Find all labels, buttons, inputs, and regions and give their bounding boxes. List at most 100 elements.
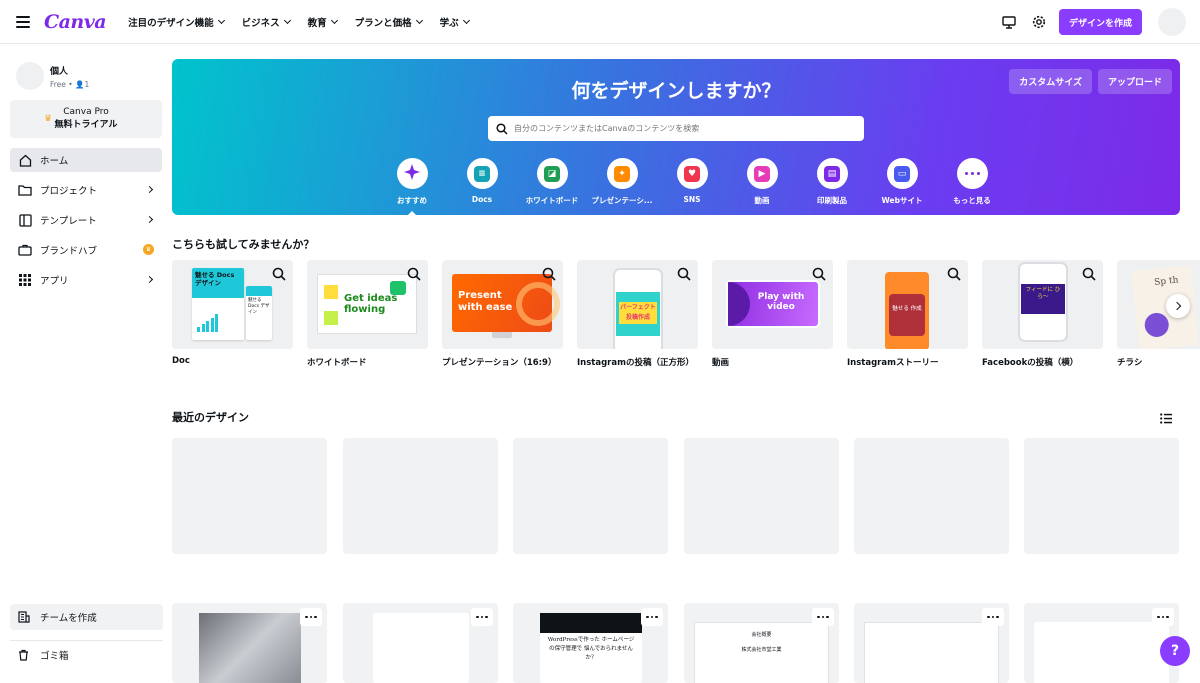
recent-design-card[interactable] xyxy=(1024,438,1179,554)
sidebar-item-brand-hub[interactable]: ブランドハブ ♛ xyxy=(10,238,162,262)
sidebar-item-projects[interactable]: プロジェクト xyxy=(10,178,162,202)
heart-icon: ♥ xyxy=(684,165,700,182)
nav-business[interactable]: ビジネス xyxy=(242,15,291,29)
create-team-button[interactable]: チームを作成 xyxy=(10,604,163,630)
recent-design-card[interactable] xyxy=(343,438,498,554)
template-card-whiteboard[interactable]: Get ideas flowing ホワイトボード xyxy=(307,260,428,368)
recent-design-card[interactable] xyxy=(172,438,327,554)
printer-icon: ▤ xyxy=(824,165,840,182)
blank-page xyxy=(864,622,999,683)
category-label: Docs xyxy=(471,195,493,204)
settings-gear-icon[interactable] xyxy=(1029,12,1049,32)
recent-design-card[interactable] xyxy=(854,438,1009,554)
nav-label: 学ぶ xyxy=(439,17,459,29)
design-card[interactable] xyxy=(172,603,327,683)
design-card[interactable] xyxy=(343,603,498,683)
search-icon xyxy=(496,122,508,135)
list-view-icon[interactable] xyxy=(1160,409,1172,428)
trash-button[interactable]: ゴミ箱 xyxy=(10,640,163,664)
nav-learn[interactable]: 学ぶ xyxy=(439,15,470,29)
recent-heading: 最近のデザイン xyxy=(172,411,249,424)
account-switcher[interactable]: 個人 Free • 👤1 xyxy=(16,62,172,90)
more-options-button[interactable] xyxy=(300,608,322,626)
flyer-preview-title: Sp th xyxy=(1153,275,1179,288)
more-options-button[interactable] xyxy=(641,608,663,626)
category-docs[interactable]: ≡ Docs xyxy=(447,158,517,206)
category-print[interactable]: ▤ 印刷製品 xyxy=(797,158,867,206)
upload-button[interactable]: アップロード xyxy=(1097,69,1172,94)
category-more[interactable]: もっと見る xyxy=(937,158,1007,206)
help-button[interactable]: ? xyxy=(1160,636,1190,666)
website-icon: ▭ xyxy=(894,165,910,182)
sidebar-item-home[interactable]: ホーム xyxy=(10,148,162,172)
design-card[interactable]: 会社概要 株式会社市堂工業 xyxy=(684,603,839,683)
menu-icon[interactable] xyxy=(16,15,30,28)
template-card-presentation[interactable]: Present with ease プレゼンテーション（16:9） xyxy=(442,260,563,368)
template-card-facebook-post[interactable]: フィードに ひら〜 Facebookの投稿（横） xyxy=(982,260,1103,368)
sidebar-item-label: ブランドハブ xyxy=(40,246,98,257)
search-icon[interactable] xyxy=(946,266,962,282)
create-design-button[interactable]: デザインを作成 xyxy=(1058,9,1142,35)
category-label: 印刷製品 xyxy=(817,196,847,205)
carousel-next-button[interactable] xyxy=(1166,294,1190,318)
doc-preview: 魅せる Docs デザイン xyxy=(192,268,244,340)
canva-logo[interactable]: Canva xyxy=(44,11,107,33)
template-card-instagram-post[interactable]: パーフェクト 投稿作成 Instagramの投稿（正方形） xyxy=(577,260,698,368)
trash-label: ゴミ箱 xyxy=(40,650,69,662)
user-avatar[interactable] xyxy=(1158,8,1186,36)
account-avatar xyxy=(16,62,44,90)
design-card[interactable] xyxy=(854,603,1009,683)
doc-page-text: WordPressで作った ホームページの保守管理で 悩んでおられませんか？ xyxy=(547,637,635,661)
sidebar-item-label: ホーム xyxy=(40,156,69,167)
category-sns[interactable]: ♥ SNS xyxy=(657,158,727,206)
search-icon[interactable] xyxy=(811,266,827,282)
more-options-button[interactable] xyxy=(1152,608,1174,626)
more-options-button[interactable] xyxy=(982,608,1004,626)
folder-icon xyxy=(18,183,32,197)
nav-pricing[interactable]: プランと価格 xyxy=(355,15,423,29)
search-icon[interactable] xyxy=(271,266,287,282)
template-icon xyxy=(18,213,32,227)
sidebar-item-apps[interactable]: アプリ xyxy=(10,268,162,292)
sidebar-item-label: アプリ xyxy=(40,276,69,287)
search-icon[interactable] xyxy=(406,266,422,282)
search-input[interactable] xyxy=(514,124,844,133)
search-icon[interactable] xyxy=(1081,266,1097,282)
category-label: 動画 xyxy=(754,196,770,205)
more-options-button[interactable] xyxy=(471,608,493,626)
design-card[interactable] xyxy=(1024,603,1179,683)
category-label: SNS xyxy=(683,195,701,204)
canva-pro-trial-button[interactable]: ♛ Canva Pro 無料トライアル xyxy=(10,100,162,138)
nav-education[interactable]: 教育 xyxy=(307,15,338,29)
doc-preview-small: 魅せる Docs デザイン xyxy=(246,286,272,340)
template-card-video[interactable]: Play with video 動画 xyxy=(712,260,833,368)
sidebar-item-templates[interactable]: テンプレート xyxy=(10,208,162,232)
search-icon[interactable] xyxy=(541,266,557,282)
sidebar-nav: ホーム プロジェクト テンプレート ブランドハブ ♛ アプリ xyxy=(0,148,172,292)
crown-icon: ♛ xyxy=(143,244,154,255)
template-thumb: Get ideas flowing xyxy=(307,260,428,349)
template-card-doc[interactable]: 魅せる Docs デザイン 魅せる Docs デザイン Doc xyxy=(172,260,293,366)
nav-label: 教育 xyxy=(307,17,327,29)
category-label: おすすめ xyxy=(397,196,427,205)
category-presentation[interactable]: ✦ プレゼンテーシ... xyxy=(587,158,657,206)
recent-design-card[interactable] xyxy=(684,438,839,554)
template-card-instagram-story[interactable]: 魅せる 作成 Instagramストーリー xyxy=(847,260,968,368)
category-whiteboard[interactable]: ◪ ホワイトボード xyxy=(517,158,587,206)
chevron-right-icon xyxy=(1172,301,1182,311)
category-website[interactable]: ▭ Webサイト xyxy=(867,158,937,206)
custom-size-button[interactable]: カスタムサイズ xyxy=(1009,69,1092,94)
doc-page: WordPressで作った ホームページの保守管理で 悩んでおられませんか？ xyxy=(540,613,642,683)
blank-page xyxy=(1034,622,1169,683)
hero-actions: カスタムサイズ アップロード xyxy=(1009,69,1172,94)
search-icon[interactable] xyxy=(676,266,692,282)
recent-design-card[interactable] xyxy=(513,438,668,554)
template-card-flyer[interactable]: Sp th チラシ xyxy=(1117,260,1200,368)
nav-featured[interactable]: 注目のデザイン機能 xyxy=(128,15,225,29)
category-recommended[interactable]: おすすめ xyxy=(377,158,447,217)
desktop-app-icon[interactable] xyxy=(999,12,1019,32)
category-video[interactable]: ▶ 動画 xyxy=(727,158,797,206)
more-options-button[interactable] xyxy=(812,608,834,626)
search-bar[interactable] xyxy=(488,116,864,141)
design-card[interactable]: WordPressで作った ホームページの保守管理で 悩んでおられませんか？ xyxy=(513,603,668,683)
